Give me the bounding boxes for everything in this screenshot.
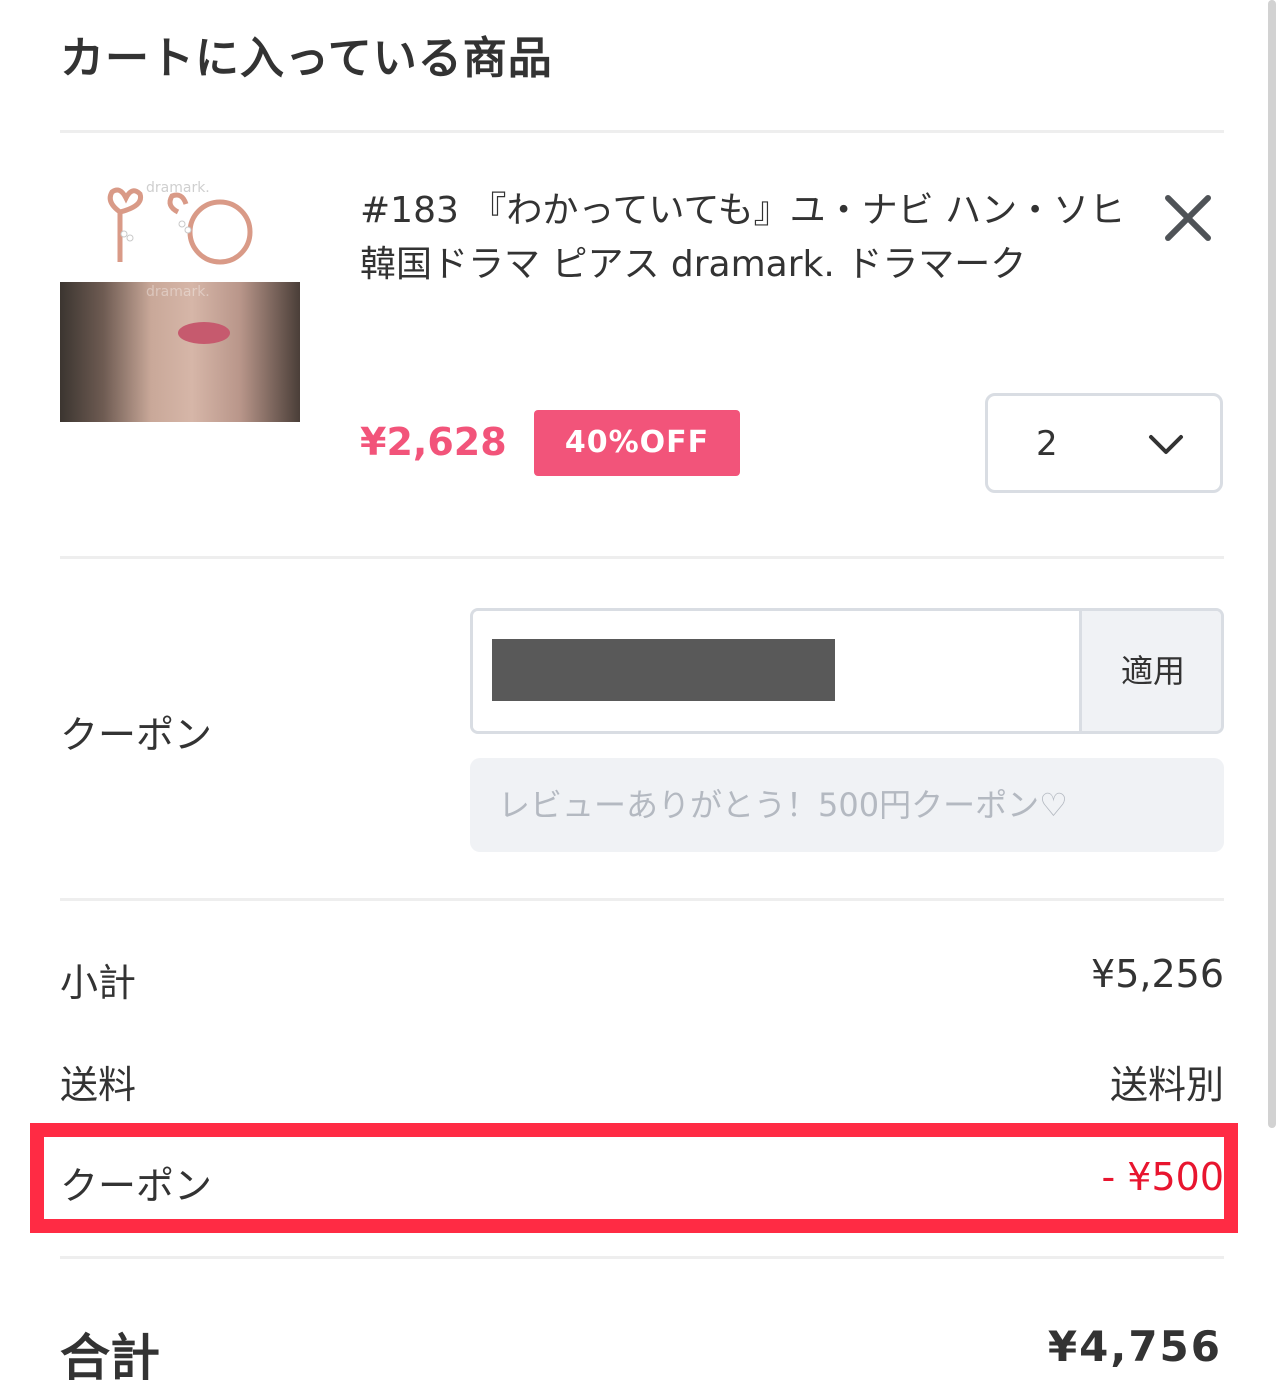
chevron-down-icon — [1149, 435, 1183, 454]
image-watermark-2: dramark. — [146, 284, 210, 300]
divider — [60, 130, 1224, 133]
coupon-discount-label: クーポン — [60, 1164, 213, 1208]
divider — [60, 1256, 1224, 1259]
coupon-discount-value: - ¥500 — [1101, 1155, 1225, 1199]
product-price: ¥2,628 — [360, 420, 507, 464]
product-image[interactable]: dramark. dramark. — [60, 172, 300, 422]
applied-coupon-display: レビューありがとう！500円クーポン♡ — [470, 758, 1224, 852]
quantity-select[interactable]: 2 — [985, 393, 1223, 493]
subtotal-label: 小計 — [60, 961, 137, 1005]
page-title: カートに入っている商品 — [60, 33, 553, 84]
image-watermark: dramark. — [146, 180, 210, 196]
product-title[interactable]: #183 『わかっていても』ユ・ナビ ハン・ソヒ 韓国ドラマ ピアス drama… — [360, 184, 1140, 292]
close-icon — [1165, 195, 1211, 241]
coupon-section-label: クーポン — [60, 713, 213, 757]
total-value: ¥4,756 — [1047, 1322, 1222, 1371]
remove-item-button[interactable] — [1158, 190, 1218, 250]
cart-page: カートに入っている商品 dramark. dramark. #183 『わかって… — [0, 0, 1284, 1395]
divider — [60, 898, 1224, 901]
model-lips — [178, 322, 230, 344]
total-label: 合計 — [60, 1329, 160, 1387]
quantity-value: 2 — [1036, 424, 1058, 464]
model-photo — [60, 282, 300, 422]
shipping-label: 送料 — [60, 1063, 137, 1107]
apply-coupon-button[interactable]: 適用 — [1079, 611, 1221, 731]
discount-badge: 40%OFF — [534, 410, 740, 476]
redacted-coupon-code — [492, 639, 835, 701]
shipping-value: 送料別 — [1109, 1063, 1224, 1107]
earring-photo: dramark. — [60, 172, 300, 282]
coupon-form: 適用 — [470, 608, 1224, 734]
divider — [60, 556, 1224, 559]
scrollbar[interactable] — [1268, 0, 1276, 1128]
subtotal-value: ¥5,256 — [1091, 952, 1224, 996]
